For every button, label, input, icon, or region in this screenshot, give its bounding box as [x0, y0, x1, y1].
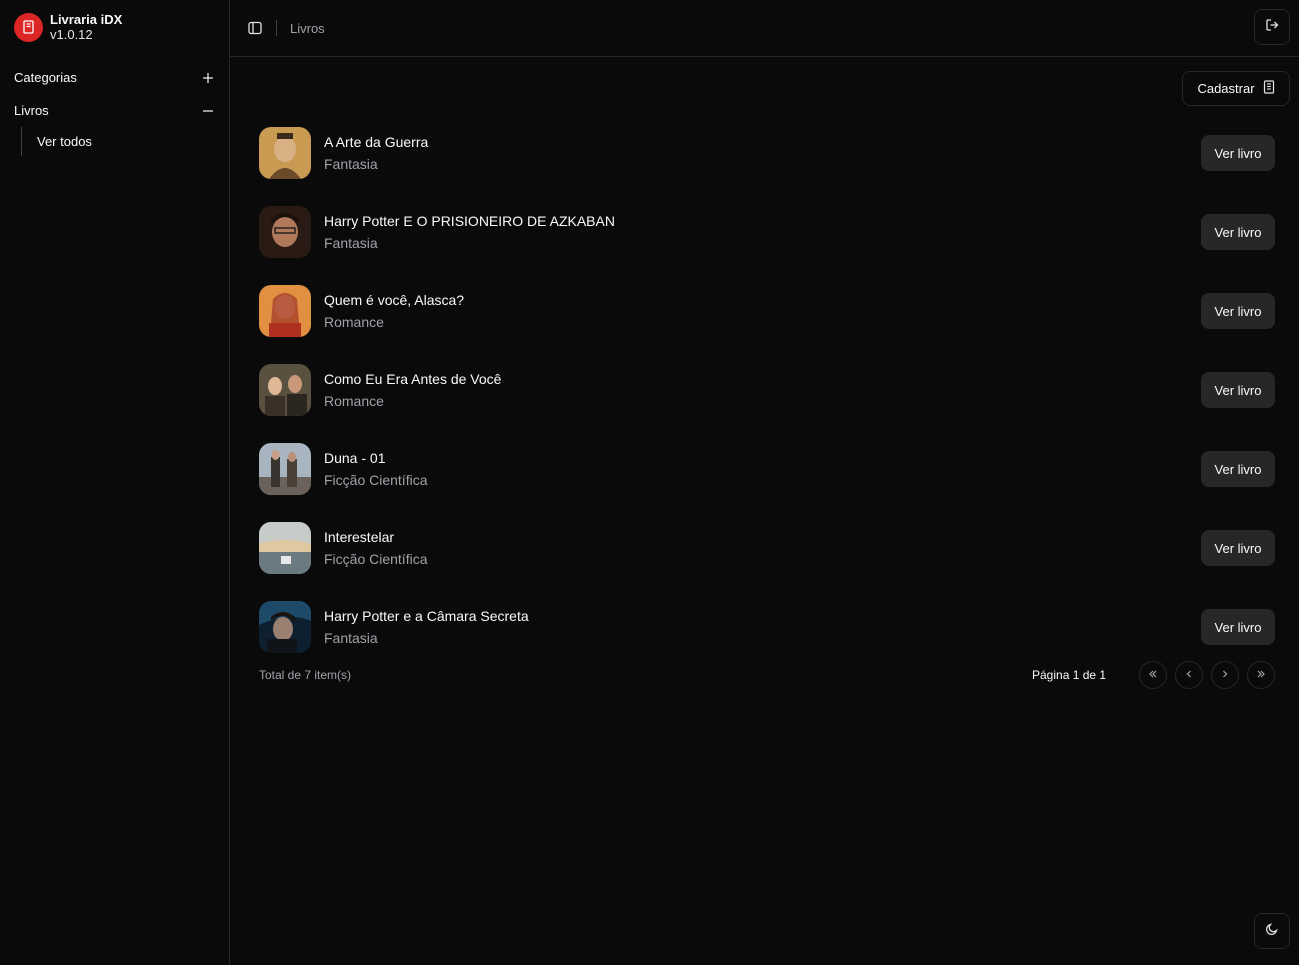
- list-item: Interestelar Ficção Científica Ver livro: [259, 508, 1275, 587]
- book-category: Fantasia: [324, 234, 378, 251]
- chevrons-left-icon: [1148, 666, 1158, 684]
- sidebar-item-label: Ver todos: [37, 134, 92, 149]
- book-list: A Arte da Guerra Fantasia Ver livro Harr…: [259, 113, 1275, 666]
- book-cover-image: [259, 600, 311, 653]
- sidebar-group-label: Categorias: [14, 70, 77, 85]
- ver-livro-button[interactable]: Ver livro: [1201, 372, 1275, 408]
- plus-icon[interactable]: [201, 71, 215, 85]
- book-title: A Arte da Guerra: [324, 133, 429, 150]
- theme-toggle-button[interactable]: [1254, 913, 1290, 949]
- book-title: Interestelar: [324, 528, 395, 545]
- sidebar-toggle-icon[interactable]: [247, 20, 263, 36]
- book-title: Como Eu Era Antes de Você: [324, 370, 502, 387]
- book-logo-icon: [14, 12, 43, 42]
- topbar: Livros: [230, 0, 1299, 57]
- logout-button[interactable]: [1254, 9, 1290, 45]
- brand-version: v1.0.12: [50, 27, 93, 42]
- brand-name: Livraria iDX: [50, 12, 123, 27]
- ver-livro-button[interactable]: Ver livro: [1201, 293, 1275, 329]
- ver-livro-button[interactable]: Ver livro: [1201, 530, 1275, 566]
- book-cover-image: [259, 521, 311, 574]
- chevron-right-icon: [1220, 666, 1230, 684]
- list-item: Como Eu Era Antes de Você Romance Ver li…: [259, 350, 1275, 429]
- book-category: Fantasia: [324, 155, 378, 172]
- brand[interactable]: Livraria iDX v1.0.12: [0, 0, 229, 54]
- first-page-button[interactable]: [1139, 661, 1167, 689]
- page-indicator: Página 1 de 1: [1032, 668, 1107, 682]
- sidebar-group-livros[interactable]: Livros: [0, 94, 229, 127]
- pager: [1139, 661, 1275, 689]
- book-cover-image: [259, 126, 311, 179]
- sidebar-group-label: Livros: [14, 103, 49, 118]
- moon-icon: [1265, 922, 1279, 941]
- book-category: Romance: [324, 313, 384, 330]
- book-title: Harry Potter E O PRISIONEIRO DE AZKABAN: [324, 212, 615, 229]
- sidebar-group-categorias[interactable]: Categorias: [0, 61, 229, 94]
- book-title: Duna - 01: [324, 449, 386, 466]
- pagination-footer: Total de 7 item(s) Página 1 de 1: [259, 659, 1275, 691]
- total-count: Total de 7 item(s): [259, 668, 352, 682]
- cadastrar-button[interactable]: Cadastrar: [1182, 71, 1290, 106]
- main-content: Livros Cadastrar A Arte da Guerra Fantas…: [230, 0, 1299, 965]
- ver-livro-button[interactable]: Ver livro: [1201, 135, 1275, 171]
- breadcrumb[interactable]: Livros: [290, 21, 325, 36]
- last-page-button[interactable]: [1247, 661, 1275, 689]
- list-item: A Arte da Guerra Fantasia Ver livro: [259, 113, 1275, 192]
- minus-icon[interactable]: [201, 104, 215, 118]
- ver-livro-button[interactable]: Ver livro: [1201, 214, 1275, 250]
- cadastrar-label: Cadastrar: [1197, 81, 1255, 96]
- book-cover-image: [259, 442, 311, 495]
- previous-page-button[interactable]: [1175, 661, 1203, 689]
- book-category: Ficção Científica: [324, 471, 428, 488]
- book-category: Ficção Científica: [324, 550, 428, 567]
- chevron-left-icon: [1184, 666, 1194, 684]
- logout-icon: [1265, 18, 1279, 37]
- book-title: Harry Potter e a Câmara Secreta: [324, 607, 529, 624]
- app: Livraria iDX v1.0.12 Categorias Livros V…: [0, 0, 1299, 965]
- list-item: Quem é você, Alasca? Romance Ver livro: [259, 271, 1275, 350]
- list-item: Duna - 01 Ficção Científica Ver livro: [259, 429, 1275, 508]
- next-page-button[interactable]: [1211, 661, 1239, 689]
- book-category: Fantasia: [324, 629, 378, 646]
- ver-livro-button[interactable]: Ver livro: [1201, 451, 1275, 487]
- book-title: Quem é você, Alasca?: [324, 291, 465, 308]
- sidebar: Livraria iDX v1.0.12 Categorias Livros V…: [0, 0, 230, 965]
- sidebar-item-ver-todos[interactable]: Ver todos: [21, 127, 229, 156]
- list-item: Harry Potter E O PRISIONEIRO DE AZKABAN …: [259, 192, 1275, 271]
- book-cover-image: [259, 284, 311, 337]
- book-cover-image: [259, 205, 311, 258]
- chevrons-right-icon: [1256, 666, 1266, 684]
- divider: [276, 20, 277, 36]
- book-category: Romance: [324, 392, 384, 409]
- notebook-icon: [1263, 80, 1275, 97]
- book-cover-image: [259, 363, 311, 416]
- list-item: Harry Potter e a Câmara Secreta Fantasia…: [259, 587, 1275, 666]
- ver-livro-button[interactable]: Ver livro: [1201, 609, 1275, 645]
